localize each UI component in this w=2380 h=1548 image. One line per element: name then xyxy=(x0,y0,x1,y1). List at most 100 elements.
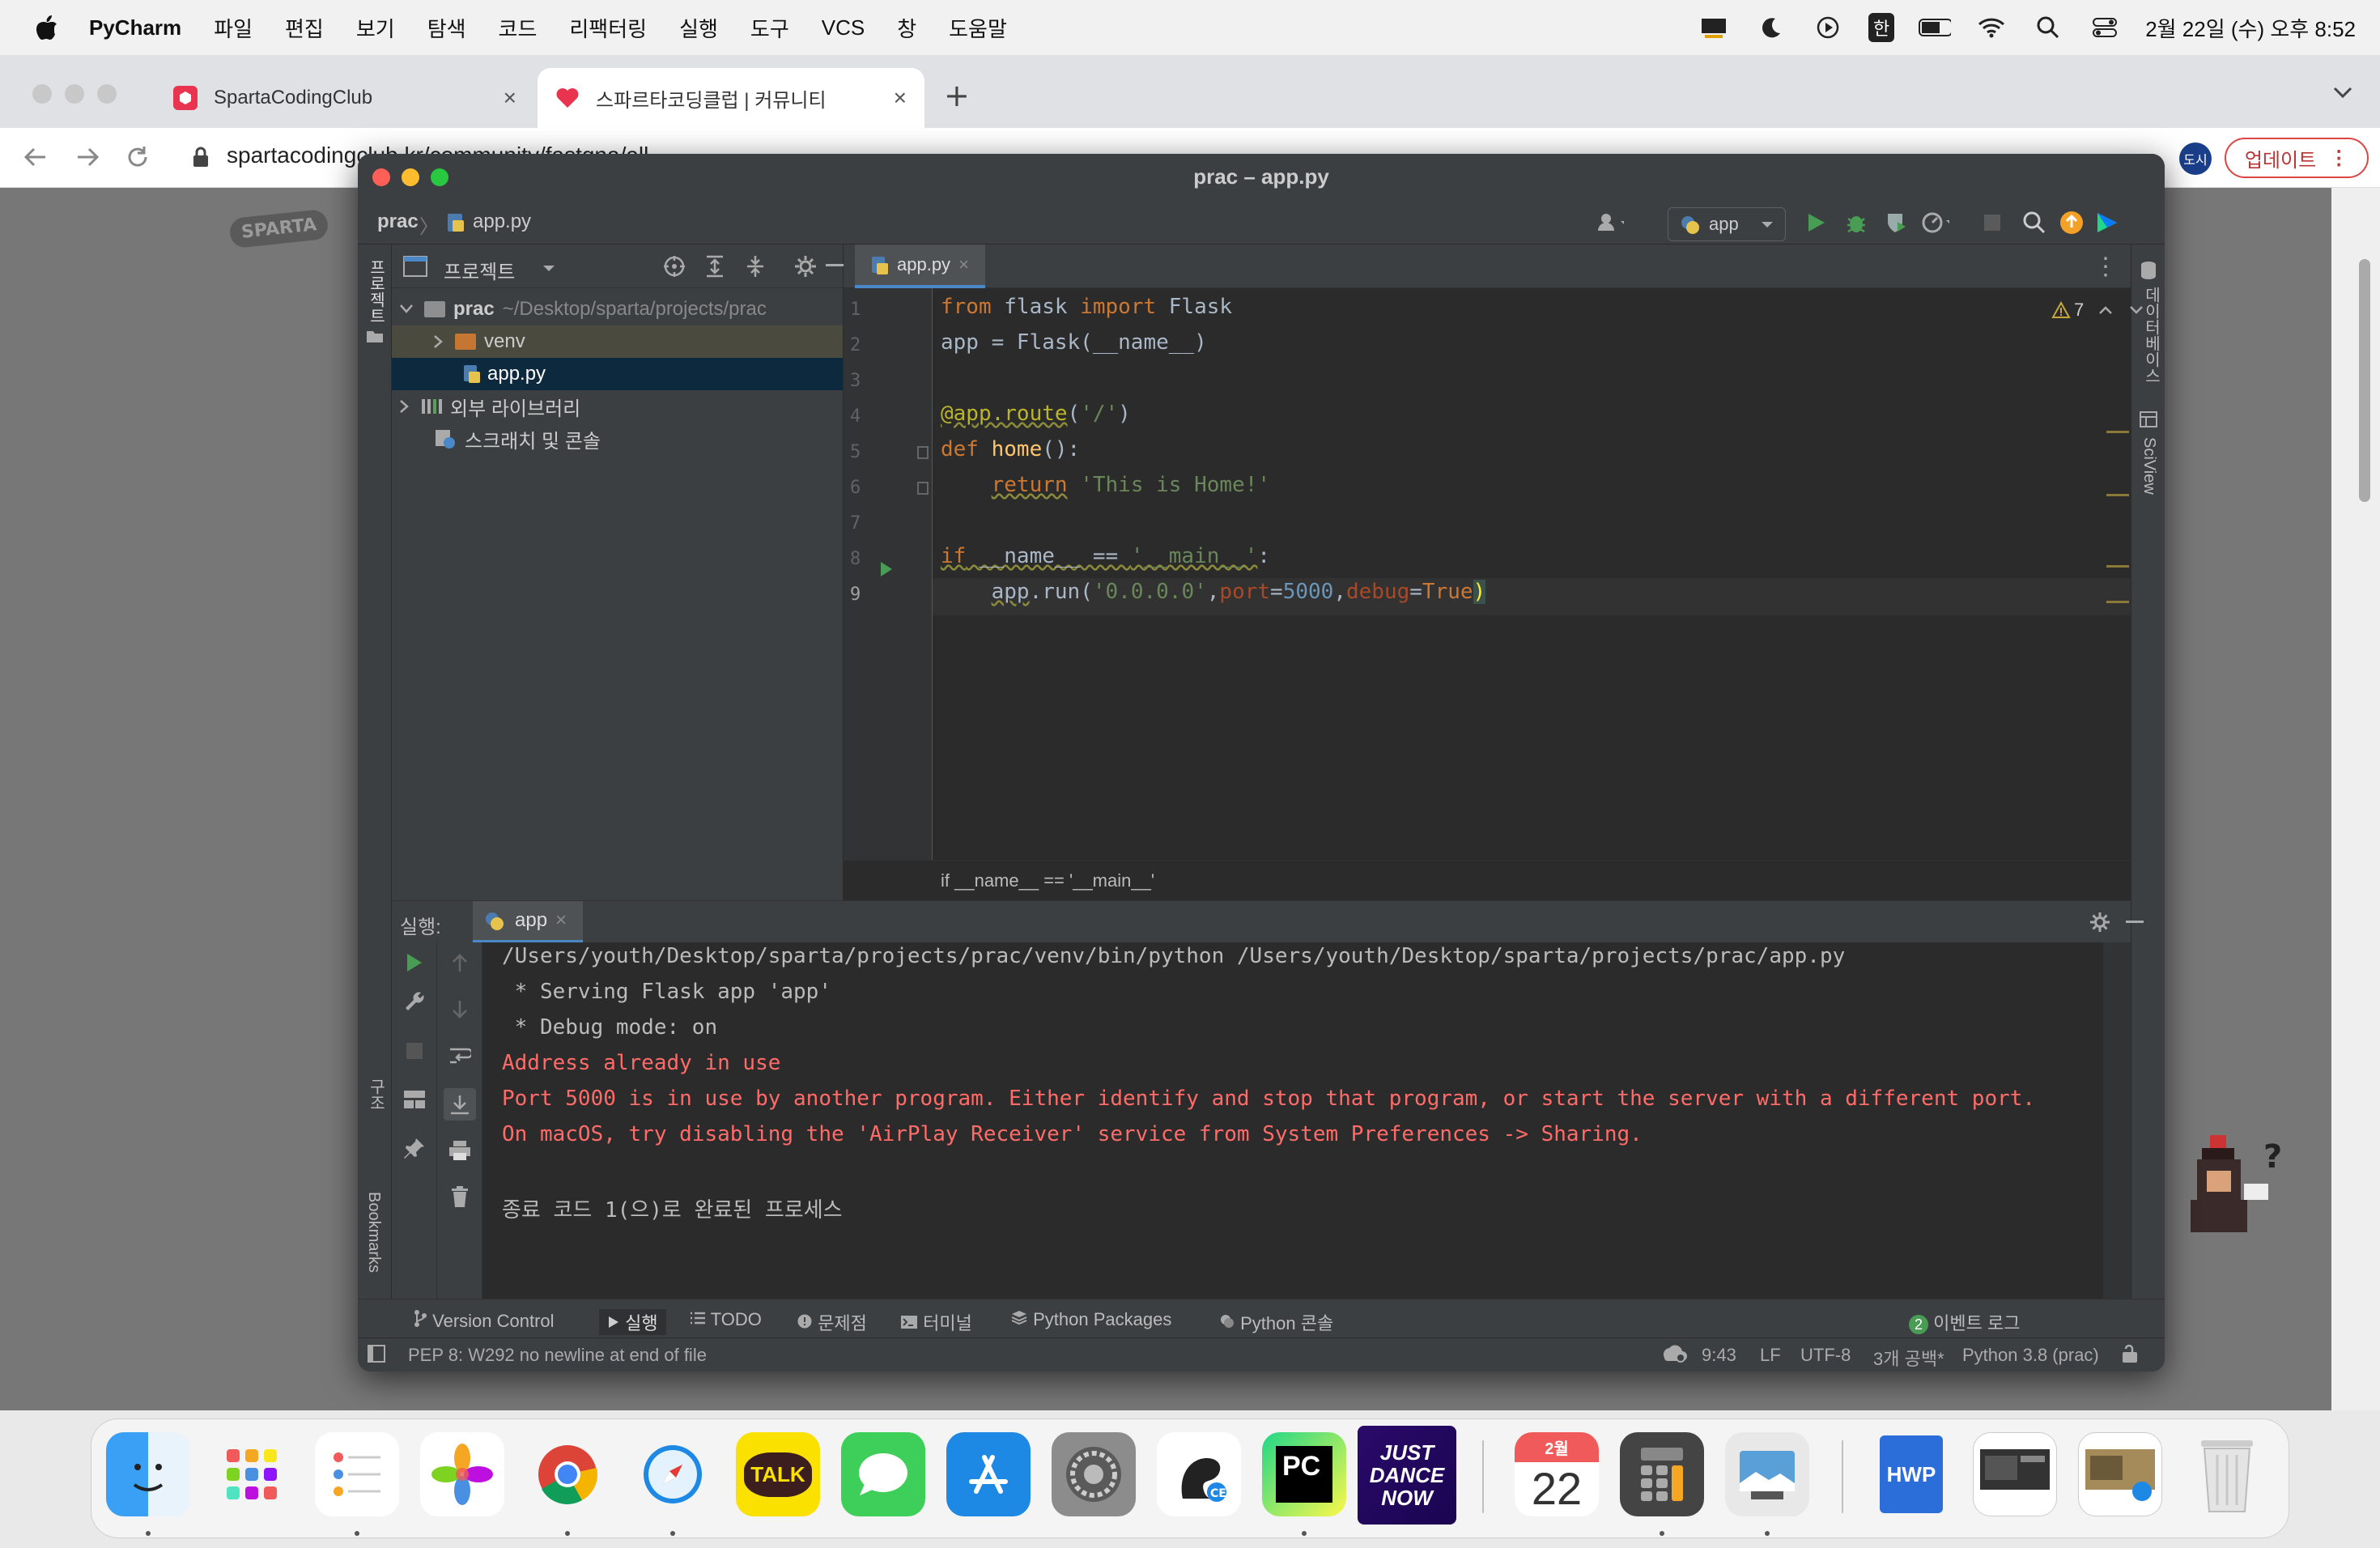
ide-update-icon[interactable] xyxy=(2058,209,2085,236)
sciview-tool-tab[interactable]: SciView xyxy=(2140,437,2158,495)
tab-close-icon[interactable]: × xyxy=(504,85,516,111)
back-icon[interactable] xyxy=(23,144,49,174)
error-stripe-mark[interactable] xyxy=(2106,431,2129,433)
site-scrollbar[interactable] xyxy=(2331,188,2380,1410)
settings-gear-icon[interactable] xyxy=(2089,911,2111,938)
expand-all-icon[interactable] xyxy=(704,254,725,283)
tree-item-scratches[interactable]: 스크래치 및 콘솔 xyxy=(392,423,843,455)
hide-panel-icon[interactable] xyxy=(826,264,844,266)
error-stripe-mark[interactable] xyxy=(2106,565,2129,568)
debug-icon[interactable] xyxy=(1842,209,1870,236)
menu-view[interactable]: 보기 xyxy=(356,13,395,43)
wifi-icon[interactable] xyxy=(1975,11,2008,44)
pycharm-dock-icon[interactable]: PC xyxy=(1262,1432,1346,1516)
arrow-up-icon[interactable] xyxy=(450,954,470,977)
system-preferences-icon[interactable] xyxy=(1052,1432,1136,1516)
just-dance-now-icon[interactable]: JUST DANCE NOW xyxy=(1358,1426,1456,1525)
locate-file-icon[interactable] xyxy=(662,254,686,283)
caret-position[interactable]: 9:43 xyxy=(1702,1345,1736,1366)
run-gutter-icon[interactable] xyxy=(879,560,894,578)
browser-minimize-dot[interactable] xyxy=(65,84,84,104)
site-logo[interactable]: SPARTA xyxy=(228,208,329,249)
forward-icon[interactable] xyxy=(74,144,100,174)
indent-setting[interactable]: 3개 공백* xyxy=(1873,1345,1944,1371)
menu-run[interactable]: 실행 xyxy=(679,13,718,43)
chevron-right-icon[interactable] xyxy=(400,400,410,413)
breadcrumb-project[interactable]: prac xyxy=(377,211,419,233)
battery-icon[interactable] xyxy=(1919,11,1952,44)
chrome-icon[interactable] xyxy=(525,1432,610,1516)
browser-close-dot[interactable] xyxy=(32,84,52,104)
search-everywhere-icon[interactable] xyxy=(2021,209,2048,236)
control-center-icon[interactable] xyxy=(2089,11,2121,44)
fold-icon[interactable] xyxy=(916,481,929,495)
squirrel-ce-icon[interactable]: CE xyxy=(1157,1432,1241,1516)
site-scrollbar-thumb[interactable] xyxy=(2359,259,2370,502)
toggle-panels-icon[interactable] xyxy=(368,1345,385,1367)
finder-icon[interactable] xyxy=(106,1432,190,1516)
collapse-all-icon[interactable] xyxy=(745,254,766,283)
tool-tab-python-console[interactable]: Python 콘솔 xyxy=(1219,1309,1333,1335)
run-tab-app[interactable]: app × xyxy=(473,901,584,943)
menu-vcs[interactable]: VCS xyxy=(822,15,865,40)
sciview-icon[interactable] xyxy=(2140,411,2157,432)
coverage-icon[interactable] xyxy=(1883,209,1910,236)
hide-panel-icon[interactable] xyxy=(2126,921,2144,923)
kakaotalk-icon[interactable]: TALK xyxy=(736,1432,820,1516)
new-tab-icon[interactable]: + xyxy=(944,78,970,113)
tab-close-icon[interactable]: × xyxy=(555,909,567,932)
soft-wrap-icon[interactable] xyxy=(448,1046,474,1070)
project-panel-title[interactable]: 프로젝트 xyxy=(444,256,515,284)
database-icon[interactable] xyxy=(2140,261,2157,284)
file-encoding[interactable]: UTF-8 xyxy=(1800,1345,1851,1366)
menubar-clock[interactable]: 2월 22일 (수) 오후 8:52 xyxy=(2145,13,2356,43)
jetbrains-logo-icon[interactable] xyxy=(2093,209,2121,236)
tree-item-external-libraries[interactable]: 외부 라이브러리 xyxy=(392,390,843,423)
scroll-to-end-icon[interactable] xyxy=(444,1088,476,1121)
structure-tool-tab[interactable]: 구조 xyxy=(364,1078,388,1111)
apple-icon[interactable] xyxy=(31,11,63,44)
chevron-up-icon[interactable] xyxy=(2098,305,2113,315)
tool-tab-run[interactable]: 실행 xyxy=(599,1309,666,1335)
error-stripe-mark[interactable] xyxy=(2106,601,2129,603)
calculator-icon[interactable] xyxy=(1620,1432,1704,1516)
run-icon[interactable] xyxy=(1802,209,1830,236)
chevron-down-icon[interactable] xyxy=(2129,305,2144,315)
update-button[interactable]: 업데이트 ⋮ xyxy=(2225,138,2369,178)
menu-edit[interactable]: 편집 xyxy=(285,13,324,43)
menu-refactor[interactable]: 리팩터링 xyxy=(569,13,647,43)
window-minimize-dot[interactable] xyxy=(402,168,419,186)
tool-tab-version-control[interactable]: Version Control xyxy=(413,1309,555,1332)
lock-icon[interactable] xyxy=(191,146,210,172)
launchpad-icon[interactable] xyxy=(210,1432,294,1516)
print-icon[interactable] xyxy=(448,1140,471,1165)
window-zoom-dot[interactable] xyxy=(431,168,448,186)
fold-icon[interactable] xyxy=(916,445,929,460)
documents-stack-icon[interactable] xyxy=(2078,1432,2162,1516)
browser-tab-spartacodingclub[interactable]: SpartaCodingClub × xyxy=(154,68,534,128)
run-config-selector[interactable]: app xyxy=(1668,207,1786,241)
browser-zoom-dot[interactable] xyxy=(97,84,117,104)
tab-search-chevron-icon[interactable] xyxy=(2331,84,2354,104)
inspection-widget[interactable]: 7 xyxy=(2051,300,2144,321)
play-circle-icon[interactable] xyxy=(1812,11,1844,44)
moon-icon[interactable] xyxy=(1755,11,1787,44)
hector-icon[interactable] xyxy=(1661,1343,1689,1369)
error-stripe-mark[interactable] xyxy=(2106,494,2129,496)
tool-tab-python-packages[interactable]: Python Packages xyxy=(1010,1309,1171,1330)
console-scrollbar[interactable] xyxy=(2103,942,2131,1299)
reload-icon[interactable] xyxy=(125,144,151,174)
tree-item-prac[interactable]: prac ~/Desktop/sparta/projects/prac xyxy=(392,293,843,325)
tool-tab-todo[interactable]: TODO xyxy=(690,1309,762,1330)
folder-icon[interactable] xyxy=(366,329,384,347)
project-view-dropdown-icon[interactable] xyxy=(542,262,555,277)
calendar-icon[interactable]: 2월 22 xyxy=(1515,1432,1599,1516)
menu-tools[interactable]: 도구 xyxy=(750,13,789,43)
tree-item-venv[interactable]: venv xyxy=(392,325,843,358)
window-close-dot[interactable] xyxy=(372,168,390,186)
display-icon[interactable] xyxy=(1698,11,1731,44)
chevron-right-icon[interactable] xyxy=(434,335,444,348)
profile-avatar[interactable]: 도시 xyxy=(2179,142,2212,175)
preview-icon[interactable] xyxy=(1725,1432,1809,1516)
editor-tab-app-py[interactable]: app.py × xyxy=(855,245,985,288)
